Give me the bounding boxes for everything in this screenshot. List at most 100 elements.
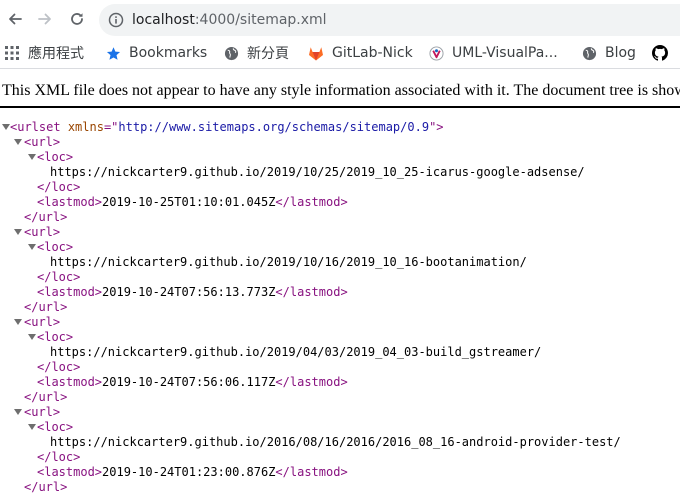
bookmark-new-tab[interactable]: 新分頁 <box>223 43 289 63</box>
tag: <url> <box>24 135 61 149</box>
attr-value: http://www.sitemaps.org/schemas/sitemap/… <box>118 120 430 134</box>
lastmod-line: <lastmod>2019-10-25T01:10:01.045Z</lastm… <box>0 195 680 210</box>
collapse-triangle-icon[interactable] <box>28 334 36 340</box>
url-close: </url> <box>0 210 680 225</box>
url-open: <url> <box>0 315 680 330</box>
url-host: localhost <box>132 12 195 28</box>
loc-close: </loc> <box>0 360 680 375</box>
url-open: <url> <box>0 405 680 420</box>
url-close: </url> <box>0 300 680 315</box>
bookmark-apps[interactable]: 應用程式 <box>4 43 84 63</box>
notice-text: This XML file does not appear to have an… <box>2 82 680 99</box>
bookmark-label: 應用程式 <box>28 46 84 62</box>
tag: <loc> <box>37 150 74 164</box>
collapse-triangle-icon[interactable] <box>14 229 22 235</box>
tag: <loc> <box>37 420 74 434</box>
loc-open: <loc> <box>0 240 680 255</box>
tag: <loc> <box>37 240 74 254</box>
tag: </url> <box>24 480 68 494</box>
globe-icon <box>581 45 597 61</box>
bookmark-label: UML-VisualPa... <box>452 45 558 61</box>
url-open: <url> <box>0 135 680 150</box>
bookmark-label: Bookmarks <box>129 45 208 61</box>
reload-button[interactable] <box>66 8 88 30</box>
github-icon <box>652 45 668 61</box>
bookmark-blog[interactable]: Blog <box>581 43 636 63</box>
attr-close: "> <box>429 120 444 134</box>
star-icon <box>105 45 121 61</box>
loc-close: </loc> <box>0 450 680 465</box>
tag: <lastmod> <box>37 195 103 209</box>
collapse-triangle-icon[interactable] <box>2 124 10 130</box>
xml-tree: <urlset xmlns="http://www.sitemaps.org/s… <box>0 120 680 495</box>
loc-open: <loc> <box>0 330 680 345</box>
loc-close: </loc> <box>0 180 680 195</box>
tag: <lastmod> <box>37 285 103 299</box>
tag: <lastmod> <box>37 375 103 389</box>
attr-name: xmlns <box>67 120 104 134</box>
url-path: :4000/sitemap.xml <box>194 12 327 28</box>
lastmod-value: 2019-10-24T07:56:13.773Z <box>102 285 276 299</box>
loc-url: https://nickcarter9.github.io/2019/10/16… <box>50 255 527 269</box>
browser-toolbar: localhost:4000/sitemap.xml <box>0 0 680 38</box>
back-button[interactable] <box>4 8 26 30</box>
tag: </url> <box>24 210 68 224</box>
tag: <url> <box>24 225 61 239</box>
bookmark-uml-visual-paradigm[interactable]: UML-VisualPa... <box>428 43 558 63</box>
tag: <loc> <box>37 330 74 344</box>
bookmark-label: Blog <box>605 45 636 61</box>
collapse-triangle-icon[interactable] <box>28 424 36 430</box>
loc-value: https://nickcarter9.github.io/2016/08/16… <box>0 435 680 450</box>
info-icon[interactable] <box>108 12 124 28</box>
loc-url: https://nickcarter9.github.io/2016/08/16… <box>50 435 621 449</box>
arrow-left-icon <box>9 13 22 25</box>
arrow-right-icon <box>38 13 51 25</box>
collapse-triangle-icon[interactable] <box>14 409 22 415</box>
apps-grid-icon <box>4 45 20 61</box>
forward-button[interactable] <box>34 8 56 30</box>
lastmod-line: <lastmod>2019-10-24T07:56:06.117Z</lastm… <box>0 375 680 390</box>
lastmod-value: 2019-10-24T01:23:00.876Z <box>102 465 276 479</box>
tag: </lastmod> <box>275 465 348 479</box>
tag: </lastmod> <box>275 375 348 389</box>
tag: </lastmod> <box>275 195 348 209</box>
loc-value: https://nickcarter9.github.io/2019/10/25… <box>0 165 680 180</box>
loc-url: https://nickcarter9.github.io/2019/04/03… <box>50 345 542 359</box>
bookmark-bookmarks[interactable]: Bookmarks <box>105 43 207 63</box>
visual-paradigm-icon <box>428 45 444 61</box>
collapse-triangle-icon[interactable] <box>14 139 22 145</box>
bookmark-label: GitLab-Nick <box>332 45 413 61</box>
collapse-triangle-icon[interactable] <box>14 319 22 325</box>
tag: <url> <box>24 405 61 419</box>
tag: </loc> <box>37 270 81 284</box>
url-text[interactable]: localhost:4000/sitemap.xml <box>132 11 327 29</box>
tag: <url> <box>24 315 61 329</box>
collapse-triangle-icon[interactable] <box>28 154 36 160</box>
bookmark-gitlab[interactable]: GitLab-Nick <box>308 43 413 63</box>
reload-icon <box>71 13 83 25</box>
url-open: <url> <box>0 225 680 240</box>
collapse-triangle-icon[interactable] <box>28 244 36 250</box>
loc-url: https://nickcarter9.github.io/2019/10/25… <box>50 165 585 179</box>
loc-open: <loc> <box>0 420 680 435</box>
bookmarks-bar: 應用程式 Bookmarks 新分頁 GitLab-Nick UML-Visua… <box>0 38 680 69</box>
tag: </url> <box>24 300 68 314</box>
xml-style-notice: This XML file does not appear to have an… <box>0 80 680 108</box>
globe-icon <box>223 45 239 61</box>
lastmod-value: 2019-10-24T07:56:06.117Z <box>102 375 276 389</box>
address-bar[interactable]: localhost:4000/sitemap.xml <box>99 4 680 36</box>
tag: </loc> <box>37 450 81 464</box>
attr-eq: =" <box>103 120 119 134</box>
url-close: </url> <box>0 480 680 495</box>
lastmod-line: <lastmod>2019-10-24T01:23:00.876Z</lastm… <box>0 465 680 480</box>
tag: </loc> <box>37 180 81 194</box>
bookmark-github[interactable] <box>652 43 676 63</box>
loc-open: <loc> <box>0 150 680 165</box>
loc-close: </loc> <box>0 270 680 285</box>
url-entries: <url> <loc> https://nickcarter9.github.io/… <box>0 135 680 495</box>
lastmod-value: 2019-10-25T01:10:01.045Z <box>102 195 276 209</box>
lastmod-line: <lastmod>2019-10-24T07:56:13.773Z</lastm… <box>0 285 680 300</box>
tag: </url> <box>24 390 68 404</box>
loc-value: https://nickcarter9.github.io/2019/10/16… <box>0 255 680 270</box>
tag: <lastmod> <box>37 465 103 479</box>
